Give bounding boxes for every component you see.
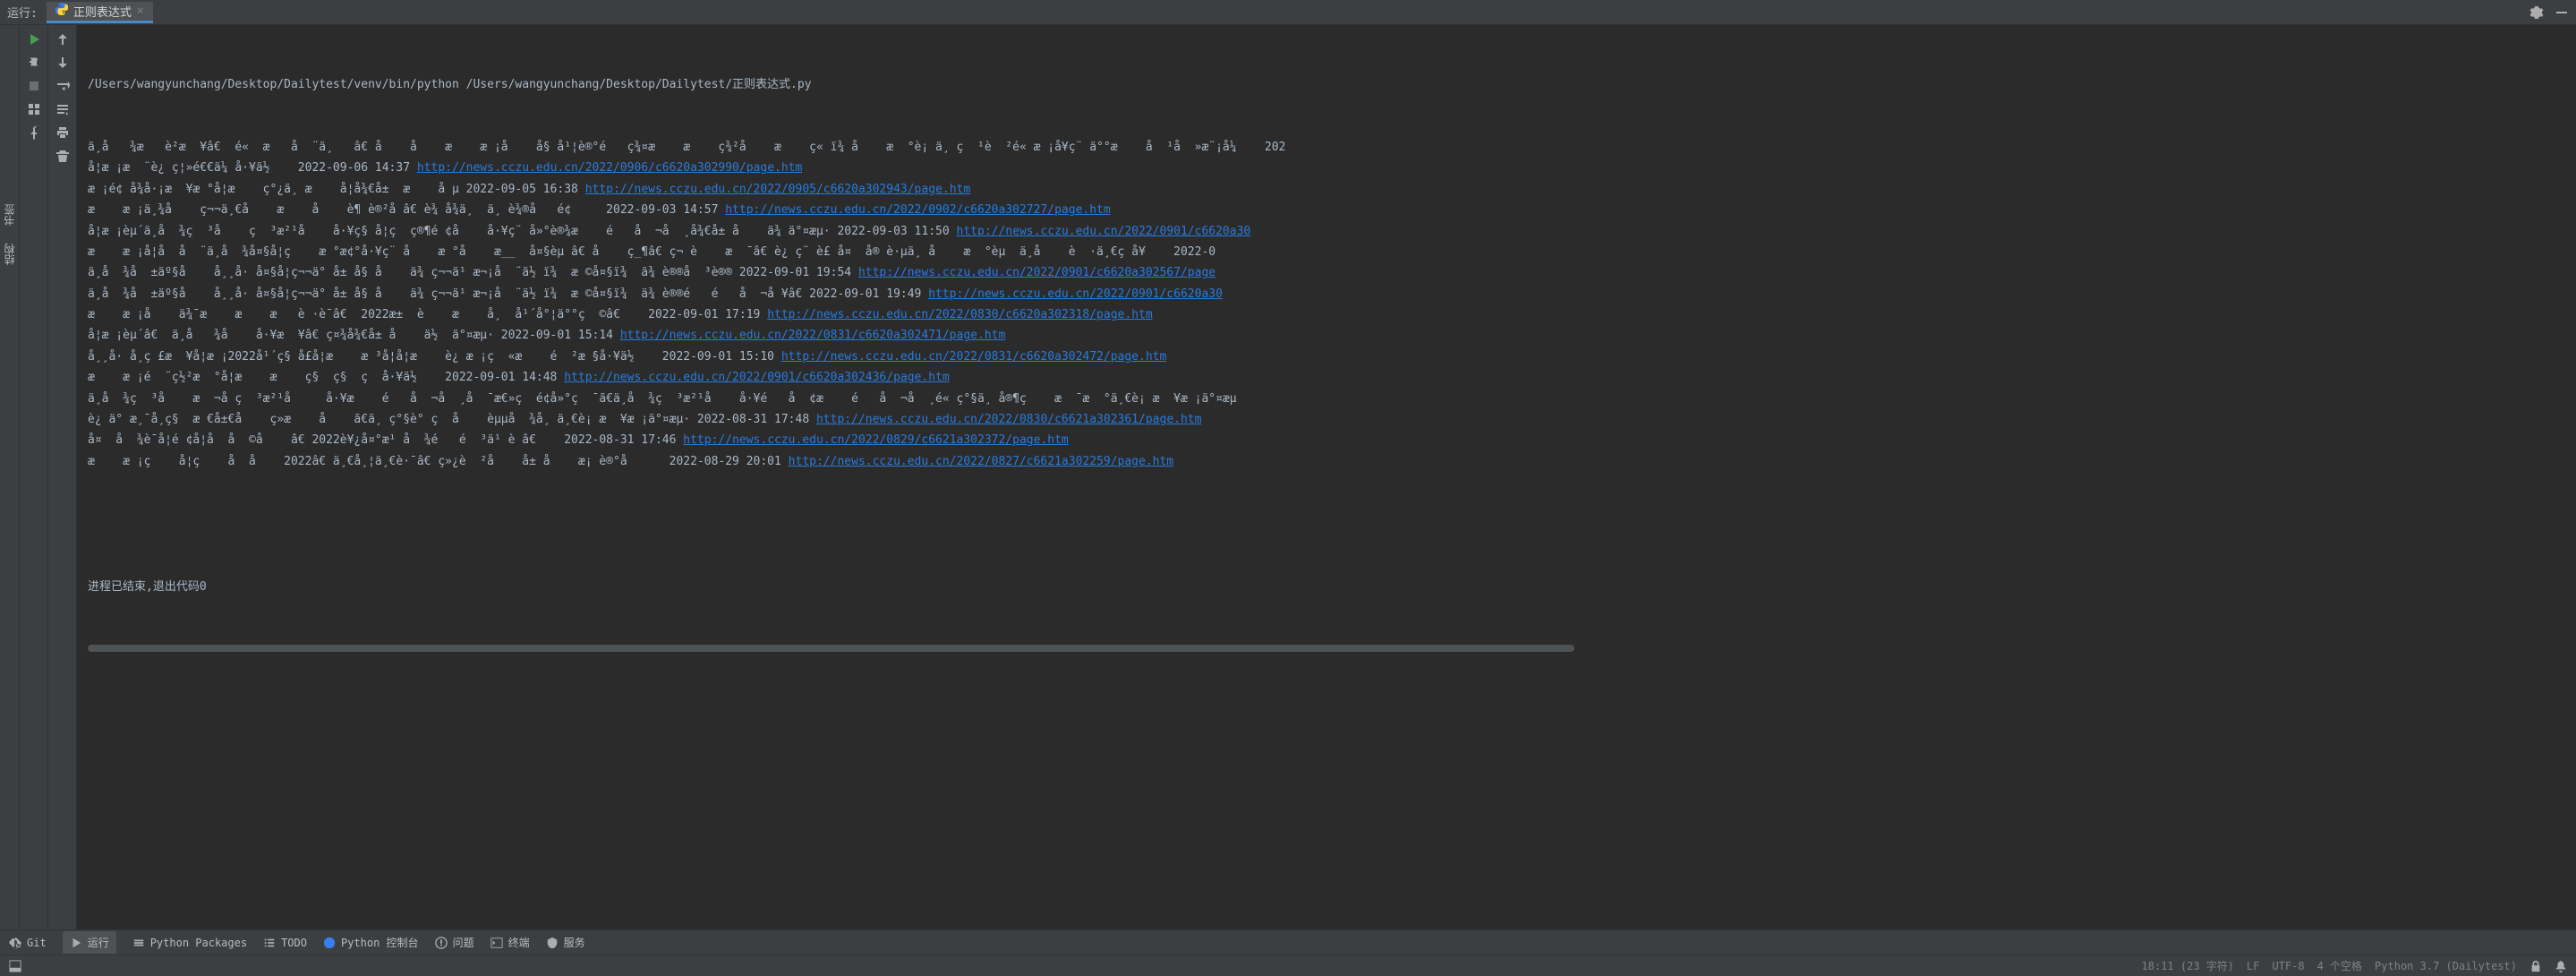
bottom-tool-tabs: Git 运行 Python Packages TODO Python 控制台 问… — [0, 929, 2576, 955]
line-separator[interactable]: LF — [2247, 960, 2259, 972]
down-icon[interactable] — [55, 56, 70, 70]
output-line: ä¸­å ¾å ±äº§å å¸¸å· å¤§å­¦ç¬¬ä° å± å§ å … — [88, 262, 2565, 283]
output-line: æ æ ¡å­¦å­ å ¨ä¸­å ¾å¤§å­¦ç æ °æ¢°å·¥ç¨ … — [88, 242, 2565, 262]
output-line: ä¸­å ¾æ è­²æ ¥â€ é« æ å ¨ä¸ â€ å å æ æ ¡… — [88, 137, 2565, 158]
notification-icon[interactable] — [2555, 960, 2567, 972]
layout-icon[interactable] — [27, 102, 41, 116]
url-link[interactable]: http://news.cczu.edu.cn/2022/0831/c6620a… — [781, 350, 1166, 364]
minimize-icon[interactable] — [2555, 5, 2569, 20]
output-line: è¿ ä° æ¸¯å¸­ç§ æ €å±€å ç»­æ å ã€ä¸ ç°§è°… — [88, 409, 2565, 430]
terminal-tab[interactable]: 终端 — [490, 935, 530, 950]
console-toolbar — [48, 25, 77, 929]
run-tab[interactable]: 运行 — [63, 931, 116, 954]
cursor-position[interactable]: 18:11 (23 字符) — [2142, 958, 2234, 973]
rerun-icon[interactable] — [27, 32, 41, 47]
trash-icon[interactable] — [55, 149, 70, 163]
encoding[interactable]: UTF-8 — [2272, 960, 2304, 972]
left-vertical-tabs: 书签 结构 — [0, 25, 20, 929]
command-line: /Users/wangyunchang/Desktop/Dailytest/ve… — [88, 74, 2565, 95]
url-link[interactable]: http://news.cczu.edu.cn/2022/0906/c6620a… — [417, 161, 802, 175]
output-line: å¤ å ¾è¯­å­¦é ¢å­¦å­ å ©å â€ 2022è¥¿å¤°æ… — [88, 430, 2565, 450]
output-line: æ ¡é¢ å­¾å·¡æ ¥æ °å­¦æ ç°¿ä¸ æ å­¦å¾€å± … — [88, 179, 2565, 200]
console-output[interactable]: /Users/wangyunchang/Desktop/Dailytest/ve… — [77, 25, 2576, 929]
python-packages-tab[interactable]: Python Packages — [132, 937, 247, 949]
output-line: æ æ ¡ç å­¦ç å ­å 2022â€ ä¸€å¸¦ä¸€è·¯â€ ç… — [88, 451, 2565, 472]
close-icon[interactable]: × — [137, 4, 144, 18]
debug-icon[interactable] — [27, 56, 41, 70]
output-line: æ æ ¡ä¸¾å ç¬¬ä¸€å æ å è¶ è®²å ­â€ è¾ å­¾… — [88, 200, 2565, 220]
blank-line — [88, 514, 2565, 535]
output-line: å­¦æ ¡æ ¨è¿ ç¦»é€€ä¼ å·¥ä½ 2022-09-06 14… — [88, 158, 2565, 178]
output-line: å­¦æ ¡èµ´â€ ä¸­å ¾å å·¥æ ¥â€ ç¤¾å¾€å± å … — [88, 325, 2565, 346]
indent[interactable]: 4 个空格 — [2317, 958, 2362, 973]
output-line: ä¸­å ¾å ±äº§å å¸¸å· å¤§å­¦ç¬¬ä° å± å§ å … — [88, 284, 2565, 304]
url-link[interactable]: http://news.cczu.edu.cn/2022/0902/c6620a… — [725, 203, 1110, 217]
services-tab[interactable]: 服务 — [546, 935, 585, 950]
url-link[interactable]: http://news.cczu.edu.cn/2022/0905/c6620a… — [585, 183, 970, 196]
bookmarks-tab[interactable]: 书签 — [2, 204, 17, 226]
url-link[interactable]: http://news.cczu.edu.cn/2022/0827/c6621a… — [789, 455, 1173, 468]
pin-icon[interactable] — [27, 125, 41, 140]
git-tab[interactable]: Git — [9, 937, 47, 949]
url-link[interactable]: http://news.cczu.edu.cn/2022/0901/c6620a… — [858, 266, 1215, 279]
python-console-tab[interactable]: Python 控制台 — [323, 935, 419, 950]
output-line: å¸¸å· å¸­ç £æ ¥å­¦æ ¡2022å¹´ç§ å­£å­¦æ æ… — [88, 347, 2565, 367]
url-link[interactable]: http://news.cczu.edu.cn/2022/0901/c6620a… — [957, 225, 1251, 238]
url-link[interactable]: http://news.cczu.edu.cn/2022/0830/c6620a… — [767, 308, 1152, 321]
url-link[interactable]: http://news.cczu.edu.cn/2022/0901/c6620a… — [564, 371, 949, 384]
print-icon[interactable] — [55, 125, 70, 140]
interpreter[interactable]: Python 3.7 (Dailytest) — [2375, 960, 2517, 972]
readonly-icon[interactable] — [2529, 960, 2542, 972]
run-toolbar — [20, 25, 48, 929]
tab-name: 正则表达式 — [73, 3, 132, 20]
status-bar: 18:11 (23 字符) LF UTF-8 4 个空格 Python 3.7 … — [0, 955, 2576, 976]
url-link[interactable]: http://news.cczu.edu.cn/2022/0901/c6620a… — [928, 287, 1223, 301]
output-line: ä¸­å ¾ç ³å æ ¬å­ ç ³æ²¹å å·¥æ é å ¬å ¸å … — [88, 389, 2565, 409]
scrollbar-thumb[interactable] — [88, 645, 1574, 652]
output-line: å­¦æ ¡èµ´ä¸­å ¾ç ³å ç ³æ²¹å å·¥ç§ å­¦ç ç… — [88, 221, 2565, 242]
url-link[interactable]: http://news.cczu.edu.cn/2022/0829/c6621a… — [683, 433, 1068, 447]
soft-wrap-icon[interactable] — [55, 79, 70, 93]
tool-window-header: 运行: 正则表达式 × — [0, 0, 2576, 25]
problems-tab[interactable]: 问题 — [435, 935, 474, 950]
horizontal-scrollbar[interactable] — [88, 643, 2565, 654]
output-line: æ æ ¡å ä¾¯æ æ æ è ·è¯­â€ 2022æ± è æ å¸ å… — [88, 304, 2565, 325]
run-tab-active[interactable]: 正则表达式 × — [47, 2, 153, 23]
gear-icon[interactable] — [2529, 5, 2544, 20]
structure-tab[interactable]: 结构 — [2, 244, 17, 265]
stop-icon[interactable] — [27, 79, 41, 93]
up-icon[interactable] — [55, 32, 70, 47]
scroll-to-end-icon[interactable] — [55, 102, 70, 116]
run-label: 运行: — [7, 4, 38, 21]
url-link[interactable]: http://news.cczu.edu.cn/2022/0830/c6621a… — [816, 413, 1201, 426]
url-link[interactable]: http://news.cczu.edu.cn/2022/0831/c6620a… — [620, 329, 1005, 342]
todo-tab[interactable]: TODO — [263, 937, 307, 949]
python-file-icon — [55, 3, 68, 19]
tool-window-icon[interactable] — [9, 960, 21, 972]
exit-message: 进程已结束,退出代码0 — [88, 577, 2565, 597]
output-line: æ æ ¡é ¨ç½²æ °å­¦æ æ ç§ ç§ ç å·¥ä½ 2022-… — [88, 367, 2565, 388]
